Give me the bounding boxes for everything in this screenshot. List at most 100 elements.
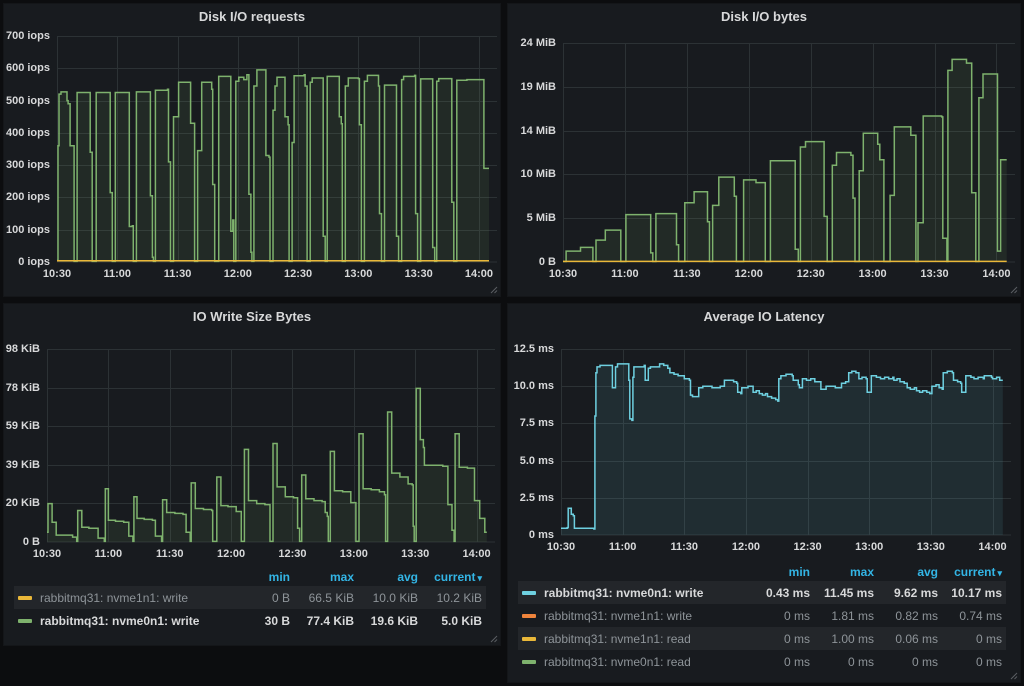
legend-series-label[interactable]: rabbitmq31: nvme1n1: write	[544, 609, 746, 623]
chart-canvas[interactable]	[57, 36, 497, 262]
x-axis-tick-label: 13:30	[395, 267, 443, 281]
plot-area[interactable]	[47, 349, 495, 542]
x-axis-tick-label: 12:00	[207, 547, 255, 561]
y-axis-tick-label: 600 iops	[4, 61, 50, 75]
x-axis-tick-label: 10:30	[23, 547, 71, 561]
legend-value: 10.17 ms	[938, 586, 1002, 600]
legend-series-label[interactable]: rabbitmq31: nvme0n1: write	[40, 614, 226, 628]
x-axis-tick-label: 11:30	[660, 540, 708, 554]
plot-area[interactable]	[561, 349, 1011, 535]
y-axis-tick-label: 19 MiB	[508, 80, 556, 94]
legend-column-header-avg[interactable]: avg	[354, 570, 418, 584]
x-axis-tick-label: 14:00	[455, 267, 503, 281]
legend-value: 0 ms	[938, 632, 1002, 646]
x-axis-tick-label: 11:00	[599, 540, 647, 554]
x-axis-tick-label: 14:00	[972, 267, 1020, 281]
panel-resize-handle[interactable]	[1010, 286, 1018, 294]
legend-column-header-min[interactable]: min	[226, 570, 290, 584]
legend-value: 0 ms	[746, 655, 810, 669]
series-color-swatch[interactable]	[522, 591, 536, 595]
legend-column-header-max[interactable]: max	[290, 570, 354, 584]
legend-series-label[interactable]: rabbitmq31: nvme1n1: read	[544, 632, 746, 646]
chart-canvas[interactable]	[561, 349, 1011, 535]
x-axis-tick-label: 11:00	[84, 547, 132, 561]
legend-value: 0.43 ms	[746, 586, 810, 600]
x-axis-tick-label: 11:30	[154, 267, 202, 281]
x-axis-tick-label: 13:00	[330, 547, 378, 561]
legend-value: 30 B	[226, 614, 290, 628]
y-axis-tick-label: 20 KiB	[4, 496, 40, 510]
legend-row: rabbitmq31: nvme1n1: write0 B66.5 KiB10.…	[14, 586, 486, 609]
series-color-swatch[interactable]	[522, 660, 536, 664]
panel-title[interactable]: Disk I/O requests	[4, 4, 500, 30]
x-axis-tick-label: 11:00	[93, 267, 141, 281]
panel-resize-handle[interactable]	[490, 635, 498, 643]
panel-resize-handle[interactable]	[1010, 672, 1018, 680]
panel-title[interactable]: Average IO Latency	[508, 304, 1020, 330]
legend-header-row: minmaxavgcurrent▾	[14, 567, 486, 586]
legend-row: rabbitmq31: nvme0n1: write0.43 ms11.45 m…	[518, 581, 1006, 604]
series-color-swatch[interactable]	[18, 619, 32, 623]
y-axis-tick-label: 400 iops	[4, 126, 50, 140]
legend-header-row: minmaxavgcurrent▾	[518, 562, 1006, 581]
legend-value: 10.2 KiB	[418, 591, 482, 605]
x-axis-tick-label: 12:00	[725, 267, 773, 281]
x-axis-tick-label: 10:30	[539, 267, 587, 281]
legend-value: 0 B	[226, 591, 290, 605]
x-axis-tick-label: 12:00	[214, 267, 262, 281]
y-axis-tick-label: 14 MiB	[508, 124, 556, 138]
legend-column-header-current[interactable]: current▾	[938, 565, 1002, 579]
legend-column-header-max[interactable]: max	[810, 565, 874, 579]
series-color-swatch[interactable]	[18, 596, 32, 600]
series-fill	[561, 364, 1003, 535]
legend-value: 77.4 KiB	[290, 614, 354, 628]
y-axis-tick-label: 5 MiB	[508, 211, 556, 225]
plot-area[interactable]	[563, 43, 1015, 262]
legend-series-label[interactable]: rabbitmq31: nvme0n1: read	[544, 655, 746, 669]
legend: minmaxavgcurrent▾rabbitmq31: nvme1n1: wr…	[14, 567, 486, 632]
y-axis-tick-label: 98 KiB	[4, 342, 40, 356]
y-axis-tick-label: 10 MiB	[508, 167, 556, 181]
x-axis-tick-label: 13:30	[911, 267, 959, 281]
chart-canvas[interactable]	[47, 349, 495, 542]
y-axis-tick-label: 59 KiB	[4, 419, 40, 433]
series-color-swatch[interactable]	[522, 637, 536, 641]
x-axis-tick-label: 10:30	[33, 267, 81, 281]
x-axis-tick-label: 12:30	[784, 540, 832, 554]
y-axis-tick-label: 500 iops	[4, 94, 50, 108]
x-axis-tick-label: 12:30	[268, 547, 316, 561]
x-axis-tick-label: 13:00	[334, 267, 382, 281]
panel-resize-handle[interactable]	[490, 286, 498, 294]
legend-value: 11.45 ms	[810, 586, 874, 600]
x-axis-tick-label: 11:30	[663, 267, 711, 281]
x-axis-tick-label: 13:30	[907, 540, 955, 554]
legend-row: rabbitmq31: nvme0n1: read0 ms0 ms0 ms0 m…	[518, 650, 1006, 673]
chart-canvas[interactable]	[563, 43, 1015, 262]
legend-series-label[interactable]: rabbitmq31: nvme0n1: write	[544, 586, 746, 600]
legend-column-header-avg[interactable]: avg	[874, 565, 938, 579]
y-axis-tick-label: 7.5 ms	[508, 416, 554, 430]
y-axis-tick-label: 300 iops	[4, 158, 50, 172]
legend-series-label[interactable]: rabbitmq31: nvme1n1: write	[40, 591, 226, 605]
legend-column-header-min[interactable]: min	[746, 565, 810, 579]
grafana-dashboard: Disk I/O requests 0 iops100 iops200 iops…	[0, 0, 1024, 686]
legend-value: 0 ms	[874, 655, 938, 669]
legend-value: 0.74 ms	[938, 609, 1002, 623]
panel-disk-io-bytes: Disk I/O bytes 0 B5 MiB10 MiB14 MiB19 Mi…	[508, 4, 1020, 296]
x-axis-tick-label: 12:30	[787, 267, 835, 281]
series-color-swatch[interactable]	[522, 614, 536, 618]
legend-column-header-current[interactable]: current▾	[418, 570, 482, 584]
y-axis-tick-label: 200 iops	[4, 190, 50, 204]
x-axis-tick-label: 12:00	[722, 540, 770, 554]
legend-value: 0 ms	[810, 655, 874, 669]
y-axis-tick-label: 700 iops	[4, 29, 50, 43]
x-axis-tick-label: 12:30	[274, 267, 322, 281]
panel-average-io-latency: Average IO Latency minmaxavgcurrent▾rabb…	[508, 304, 1020, 682]
plot-area[interactable]	[57, 36, 497, 262]
legend-value: 1.81 ms	[810, 609, 874, 623]
y-axis-tick-label: 78 KiB	[4, 381, 40, 395]
panel-title[interactable]: IO Write Size Bytes	[4, 304, 500, 330]
legend-value: 0.06 ms	[874, 632, 938, 646]
legend-row: rabbitmq31: nvme1n1: read0 ms1.00 ms0.06…	[518, 627, 1006, 650]
panel-title[interactable]: Disk I/O bytes	[508, 4, 1020, 30]
